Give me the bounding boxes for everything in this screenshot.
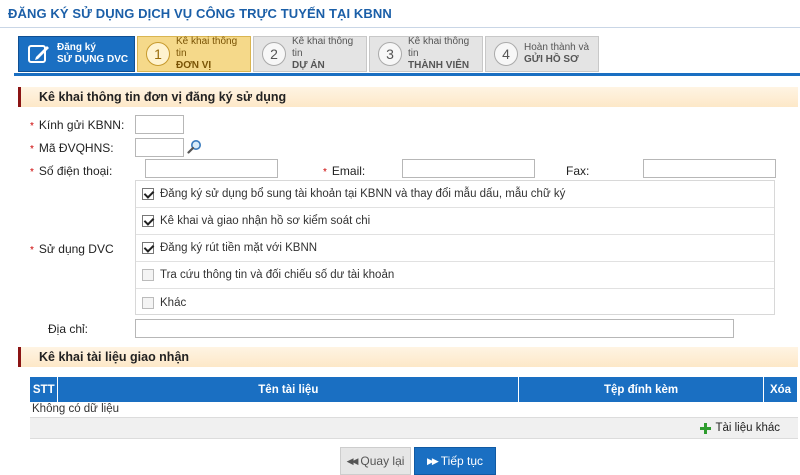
checkbox-disabled	[142, 296, 154, 309]
edit-form-icon	[28, 45, 49, 63]
dvc-label: * Sử dụng DVC	[30, 242, 114, 256]
checkbox-checked[interactable]	[142, 215, 154, 227]
step-member-info-line1: Kê khai thông tin	[408, 36, 470, 59]
plus-icon	[700, 422, 712, 434]
email-field[interactable]	[402, 159, 535, 178]
service-checklist: Đăng ký sử dụng bổ sung tài khoản tại KB…	[135, 180, 775, 315]
required-marker: *	[30, 245, 34, 256]
add-document-button[interactable]: Tài liệu khác	[700, 422, 780, 434]
service-option-label: Tra cứu thông tin và đối chiếu số dư tài…	[160, 269, 395, 281]
kbnn-field[interactable]	[135, 115, 184, 134]
service-option-label: Đăng ký sử dụng bổ sung tài khoản tại KB…	[160, 188, 566, 200]
section-documents-header: Kê khai tài liệu giao nhận	[18, 347, 798, 367]
column-header-attachment: Tệp đính kèm	[518, 377, 764, 402]
service-option[interactable]: Tra cứu thông tin và đối chiếu số dư tài…	[136, 262, 774, 289]
service-option[interactable]: Đăng ký sử dụng bổ sung tài khoản tại KB…	[136, 181, 774, 208]
required-marker: *	[30, 167, 34, 178]
service-option[interactable]: Khác	[136, 289, 774, 316]
step-unit-info-line1: Kê khai thông tin	[176, 36, 238, 59]
column-header-stt: STT	[30, 377, 59, 402]
title-divider	[0, 27, 800, 28]
checkbox-disabled	[142, 269, 154, 281]
step-number: 3	[378, 42, 402, 66]
step-member-info-line2: THÀNH VIÊN	[408, 60, 470, 71]
dvqhns-label: * Mã ĐVQHNS:	[30, 141, 114, 155]
next-button-label: Tiếp tục	[440, 454, 484, 468]
column-header-delete: Xóa	[763, 377, 799, 402]
step-member-info[interactable]: 3 Kê khai thông tin THÀNH VIÊN	[369, 36, 483, 72]
service-option-label: Kê khai và giao nhận hồ sơ kiểm soát chi	[160, 215, 371, 227]
next-button[interactable]: ▶▶ Tiếp tục	[414, 447, 496, 475]
back-button[interactable]: ◀◀ Quay lại	[340, 447, 411, 475]
step-number: 2	[262, 42, 286, 66]
fax-field[interactable]	[643, 159, 776, 178]
step-project-info[interactable]: 2 Kê khai thông tin DỰ ÁN	[253, 36, 367, 72]
phone-field[interactable]	[145, 159, 278, 178]
documents-table: STT Tên tài liệu Tệp đính kèm Xóa Không …	[30, 377, 799, 416]
step-number: 1	[146, 42, 170, 66]
kbnn-label: * Kính gửi KBNN:	[30, 118, 125, 132]
fax-label: Fax:	[566, 164, 590, 178]
step-unit-info[interactable]: 1 Kê khai thông tin ĐƠN VỊ	[137, 36, 251, 72]
step-unit-info-line2: ĐƠN VỊ	[176, 60, 212, 71]
step-project-info-line2: DỰ ÁN	[292, 60, 325, 71]
checkbox-checked[interactable]	[142, 242, 154, 254]
service-option-label: Khác	[160, 296, 187, 309]
dvqhns-field[interactable]	[135, 138, 184, 157]
empty-message: Không có dữ liệu	[32, 403, 119, 415]
page-title: ĐĂNG KÝ SỬ DỤNG DỊCH VỤ CÔNG TRỰC TUYẾN …	[8, 6, 392, 21]
email-label: * Email:	[323, 164, 366, 178]
phone-label: * Số điện thoại:	[30, 164, 113, 178]
checkbox-checked[interactable]	[142, 188, 154, 200]
double-right-arrow-icon: ▶▶	[426, 455, 439, 466]
required-marker: *	[30, 121, 34, 132]
step-submit[interactable]: 4 Hoàn thành và GỬI HỒ SƠ	[485, 36, 599, 72]
service-option[interactable]: Đăng ký rút tiền mặt với KBNN	[136, 235, 774, 262]
address-label: Địa chỉ:	[48, 322, 89, 336]
search-icon[interactable]	[187, 139, 202, 154]
step-project-info-line1: Kê khai thông tin	[292, 36, 354, 59]
table-footer: Tài liệu khác	[30, 417, 798, 439]
step-register-line2: SỬ DỤNG DVC	[57, 54, 129, 65]
step-register[interactable]: Đăng ký SỬ DỤNG DVC	[18, 36, 135, 72]
column-header-document-name: Tên tài liệu	[57, 377, 520, 402]
service-option[interactable]: Kê khai và giao nhận hồ sơ kiểm soát chi	[136, 208, 774, 235]
address-field[interactable]	[135, 319, 734, 338]
step-submit-line1: Hoàn thành và	[524, 42, 590, 53]
wizard-steps: Đăng ký SỬ DỤNG DVC 1 Kê khai thông tin …	[18, 36, 601, 72]
required-marker: *	[30, 144, 34, 155]
section-unit-info-header: Kê khai thông tin đơn vị đăng ký sử dụng	[18, 87, 798, 107]
required-marker: *	[323, 167, 327, 178]
step-submit-line2: GỬI HỒ SƠ	[524, 54, 579, 65]
back-button-label: Quay lại	[360, 454, 405, 468]
double-left-arrow-icon: ◀◀	[346, 455, 359, 466]
step-register-line1: Đăng ký	[57, 42, 96, 53]
step-number: 4	[494, 42, 518, 66]
service-option-label: Đăng ký rút tiền mặt với KBNN	[160, 242, 318, 254]
add-document-label: Tài liệu khác	[715, 422, 780, 434]
